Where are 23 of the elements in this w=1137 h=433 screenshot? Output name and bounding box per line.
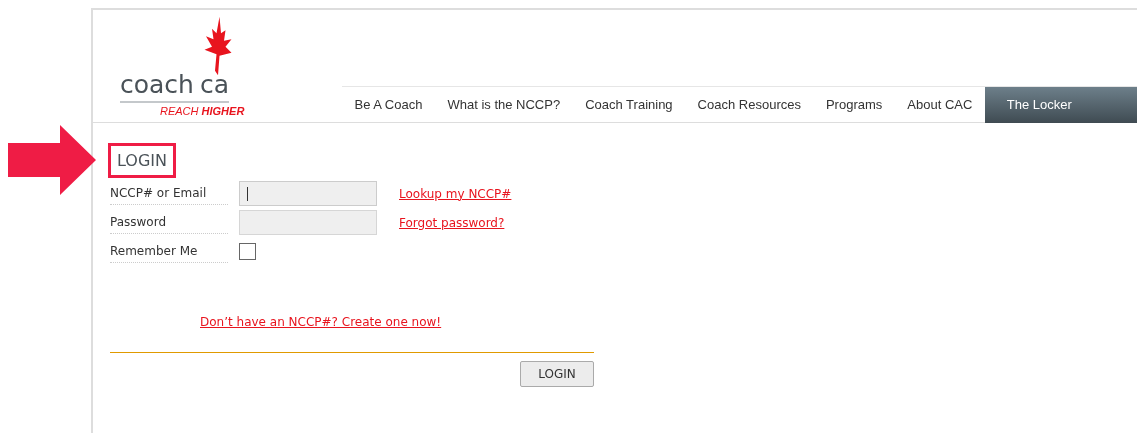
logo-wordmark-suffix: ca xyxy=(199,70,230,99)
email-field[interactable] xyxy=(239,181,377,206)
nav-link[interactable]: Coach Training xyxy=(572,87,686,123)
field-label: Remember Me xyxy=(110,240,228,263)
nav-link[interactable]: Coach Resources xyxy=(685,87,814,123)
login-button[interactable]: LOGIN xyxy=(520,361,594,387)
nav-link[interactable]: Programs xyxy=(813,87,895,123)
logo-tagline: REACH HIGHER xyxy=(160,105,245,117)
field-label: NCCP# or Email xyxy=(110,182,228,205)
nav-link[interactable]: What is the NCCP? xyxy=(434,87,573,123)
nav-link[interactable]: About CAC xyxy=(894,87,985,123)
maple-leaf-icon xyxy=(203,15,233,77)
login-heading: LOGIN xyxy=(108,143,177,178)
remember-checkbox[interactable] xyxy=(239,243,256,260)
nav-link[interactable]: The Locker xyxy=(984,87,1137,123)
arrow-icon xyxy=(8,125,96,195)
logo-wordmark: coach xyxy=(120,70,194,99)
field-label: Password xyxy=(110,211,228,234)
help-link[interactable]: Lookup my NCCP# xyxy=(399,186,512,201)
nav-link[interactable]: Be A Coach xyxy=(342,87,435,123)
password-field[interactable] xyxy=(239,210,377,235)
help-link[interactable]: Forgot password? xyxy=(399,215,505,230)
create-account-link[interactable]: Don’t have an NCCP#? Create one now! xyxy=(200,315,442,329)
